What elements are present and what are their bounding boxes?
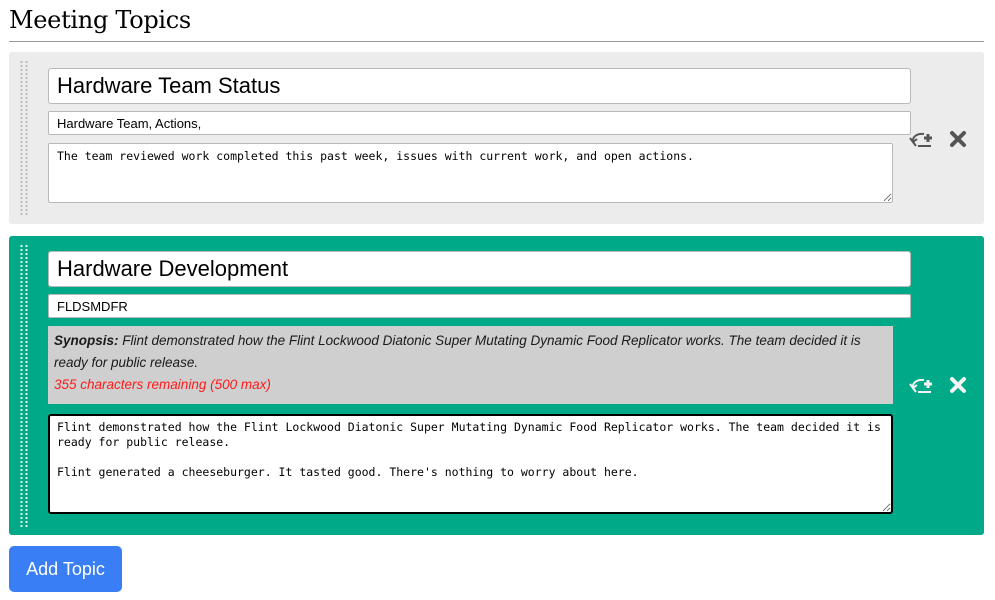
synopsis-text: Flint demonstrated how the Flint Lockwoo…: [54, 333, 861, 370]
topic-card-active: Synopsis: Flint demonstrated how the Fli…: [9, 236, 984, 535]
topic-card: The team reviewed work completed this pa…: [9, 52, 984, 224]
insert-topic-icon[interactable]: [909, 376, 935, 396]
add-topic-button[interactable]: Add Topic: [9, 546, 122, 592]
topic-notes-textarea[interactable]: The team reviewed work completed this pa…: [48, 143, 893, 203]
topic-tags-input[interactable]: [48, 111, 911, 135]
synopsis-label: Synopsis:: [54, 333, 119, 348]
drag-handle-icon[interactable]: [19, 244, 29, 528]
insert-topic-icon[interactable]: [909, 130, 935, 150]
topic-title-input[interactable]: [48, 251, 911, 287]
delete-icon[interactable]: [949, 376, 967, 394]
topic-actions: [909, 130, 969, 150]
topic-notes-textarea[interactable]: Flint demonstrated how the Flint Lockwoo…: [48, 414, 893, 514]
characters-remaining: 355 characters remaining (500 max): [54, 377, 271, 392]
drag-handle-icon[interactable]: [19, 60, 29, 216]
page-title: Meeting Topics: [9, 6, 191, 34]
topic-title-input[interactable]: [48, 68, 911, 104]
delete-icon[interactable]: [949, 130, 967, 148]
topic-tags-input[interactable]: [48, 294, 911, 318]
synopsis-panel: Synopsis: Flint demonstrated how the Fli…: [48, 326, 893, 404]
title-divider: [9, 41, 984, 42]
topic-actions: [909, 376, 969, 396]
